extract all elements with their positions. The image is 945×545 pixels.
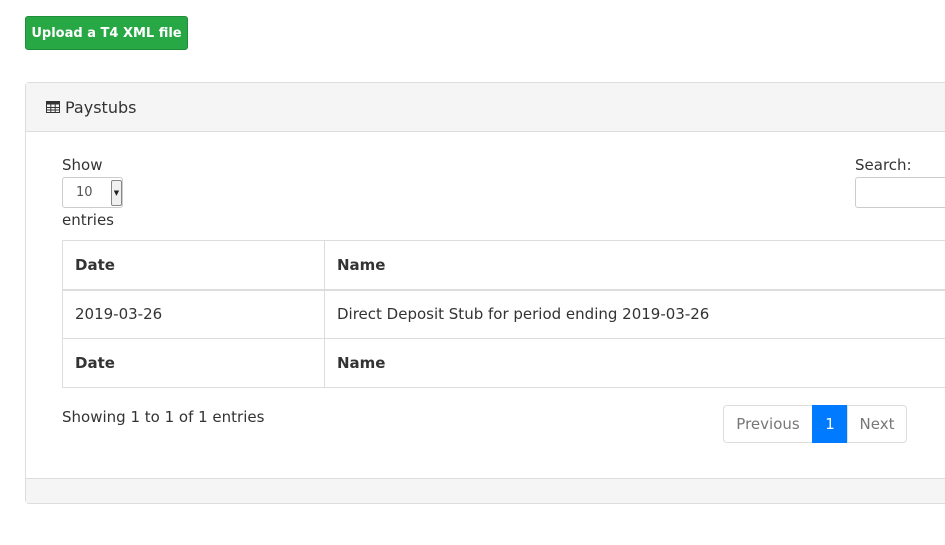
entries-per-page-value: 10 [76,185,93,200]
cell-name: Direct Deposit Stub for period ending 20… [324,289,945,339]
search-label: Search: [855,156,912,174]
panel-footer [26,478,945,503]
entries-per-page-select[interactable]: 10 ▼ [62,177,123,208]
table-icon [46,101,60,113]
next-page-button[interactable]: Next [847,405,907,443]
column-header-date[interactable]: Date [62,240,325,291]
column-footer-name: Name [324,338,945,388]
table-row[interactable]: 2019-03-26 Direct Deposit Stub for perio… [62,289,945,339]
pagination: Previous 1 Next [723,405,907,443]
page-1-button[interactable]: 1 [812,405,848,443]
entries-label: entries [62,211,114,229]
previous-page-button[interactable]: Previous [723,405,813,443]
panel-title: Paystubs [65,97,137,117]
search-input[interactable] [855,177,945,208]
column-header-name[interactable]: Name [324,240,945,291]
chevron-down-icon: ▼ [111,180,122,206]
panel-heading: Paystubs [26,83,945,132]
upload-t4-xml-button[interactable]: Upload a T4 XML file [25,16,188,50]
table-info: Showing 1 to 1 of 1 entries [62,408,265,426]
paystubs-panel: Paystubs Show 10 ▼ entries Search: Date … [25,82,945,504]
paystubs-table: Date Name 2019-03-26 Direct Deposit Stub… [62,240,945,388]
table-footer-row: Date Name [62,338,945,388]
table-header-row: Date Name [62,240,945,291]
column-footer-date: Date [62,338,325,388]
cell-date: 2019-03-26 [62,289,325,339]
show-label: Show [62,156,103,174]
